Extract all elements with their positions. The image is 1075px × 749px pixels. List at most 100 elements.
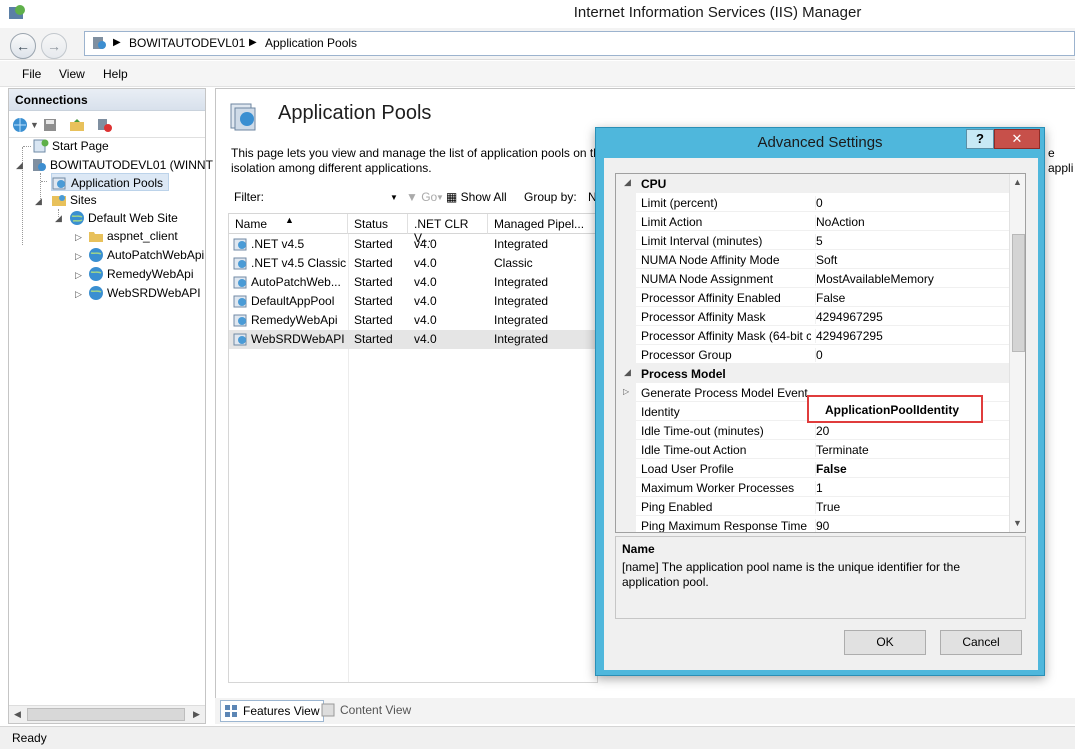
column-header-clr-version[interactable]: .NET CLR V...	[408, 214, 488, 245]
property-value[interactable]: Soft	[815, 253, 837, 267]
property-row[interactable]: Limit (percent) 0	[616, 193, 1009, 212]
dropdown-arrow-icon[interactable]: ▼	[30, 120, 39, 130]
close-button[interactable]: ✕	[994, 129, 1040, 149]
expand-icon[interactable]: ▷	[75, 232, 82, 243]
collapse-icon[interactable]: ◢	[55, 213, 62, 224]
property-row[interactable]: NUMA Node Assignment MostAvailableMemory	[616, 269, 1009, 288]
property-row[interactable]: Processor Affinity Enabled False	[616, 288, 1009, 307]
show-all-button[interactable]: ▦ Show All	[446, 190, 507, 204]
category-process-model[interactable]: ◢ Process Model	[616, 364, 1009, 383]
property-value[interactable]: False	[815, 291, 845, 305]
property-row[interactable]: Processor Group 0	[616, 345, 1009, 364]
identity-value-highlight[interactable]: ApplicationPoolIdentity	[807, 395, 983, 423]
expand-icon[interactable]: ▷	[75, 270, 82, 281]
forward-button[interactable]: →	[41, 33, 67, 59]
scroll-down-icon[interactable]: ▼	[1013, 518, 1022, 528]
back-arrow-icon: ←	[16, 38, 30, 54]
connections-horizontal-scrollbar[interactable]: ◀ ▶	[9, 705, 205, 723]
tree-label: Application Pools	[71, 176, 164, 190]
breadcrumb-app-pools[interactable]: Application Pools	[265, 36, 357, 50]
page-description: This page lets you view and manage the l…	[231, 146, 600, 176]
go-dropdown-arrow-icon[interactable]: ▼	[436, 193, 444, 202]
scroll-thumb[interactable]	[27, 708, 185, 721]
property-value[interactable]: 90	[815, 519, 829, 532]
server-icon	[93, 37, 106, 49]
scroll-left-icon[interactable]: ◀	[14, 709, 21, 720]
address-bar[interactable]: ▶ BOWITAUTODEVL01 ▶ Application Pools	[84, 31, 1075, 56]
expand-icon[interactable]: ▷	[75, 251, 82, 262]
category-cpu[interactable]: ◢ CPU	[616, 174, 1009, 193]
property-value[interactable]: MostAvailableMemory	[815, 272, 934, 286]
column-label: Name	[235, 217, 268, 231]
tree-label: WebSRDWebAPI	[107, 286, 201, 300]
help-button[interactable]: ?	[966, 129, 994, 149]
property-row[interactable]: Processor Affinity Mask 4294967295	[616, 307, 1009, 326]
property-row[interactable]: NUMA Node Affinity Mode Soft	[616, 250, 1009, 269]
property-value[interactable]: 4294967295	[815, 329, 883, 343]
property-value[interactable]: False	[815, 462, 847, 476]
status-bar: Ready	[0, 726, 1075, 749]
cell-name: WebSRDWebAPI	[251, 332, 345, 346]
property-value[interactable]: True	[815, 500, 840, 514]
go-button[interactable]: ▼ Go	[406, 190, 437, 204]
menu-help[interactable]: Help	[103, 67, 128, 81]
property-value[interactable]: 5	[815, 234, 823, 248]
scroll-thumb[interactable]	[1012, 234, 1025, 352]
tab-features-view[interactable]: Features View	[220, 700, 325, 722]
property-row[interactable]: Limit Interval (minutes) 5	[616, 231, 1009, 250]
connect-globe-icon[interactable]	[12, 117, 28, 133]
property-grid-scrollbar[interactable]: ▲ ▼	[1009, 174, 1025, 532]
up-folder-icon[interactable]	[69, 117, 85, 133]
menu-view[interactable]: View	[59, 67, 85, 81]
breadcrumb-server[interactable]: BOWITAUTODEVL01	[129, 36, 245, 50]
column-header-pipeline[interactable]: Managed Pipel...	[488, 214, 598, 234]
save-icon[interactable]	[42, 117, 58, 133]
property-value[interactable]: Terminate	[815, 443, 869, 457]
scroll-right-icon[interactable]: ▶	[193, 709, 200, 720]
tree-item-application-pools[interactable]: Application Pools	[51, 173, 169, 191]
disconnect-icon[interactable]	[97, 117, 113, 133]
property-value[interactable]: 0	[815, 348, 823, 362]
table-row-selected[interactable]: WebSRDWebAPI Started v4.0 Integrated	[229, 330, 599, 349]
property-value[interactable]: 4294967295	[815, 310, 883, 324]
tab-label: Features View	[243, 704, 320, 718]
property-row[interactable]: Idle Time-out Action Terminate	[616, 440, 1009, 459]
expand-icon[interactable]: ▷	[623, 387, 629, 396]
property-value[interactable]: 1	[815, 481, 823, 495]
table-row[interactable]: RemedyWebApi Started v4.0 Integrated	[229, 311, 599, 330]
column-header-name[interactable]: Name ▲	[229, 214, 348, 234]
filter-dropdown-arrow-icon[interactable]: ▼	[390, 193, 398, 202]
title-bar: Internet Information Services (IIS) Mana…	[0, 0, 1075, 28]
filter-input[interactable]	[268, 186, 386, 206]
property-row[interactable]: Limit Action NoAction	[616, 212, 1009, 231]
property-row[interactable]: Ping Enabled True	[616, 497, 1009, 516]
collapse-icon[interactable]: ◢	[624, 367, 631, 378]
features-view-icon	[225, 705, 237, 717]
property-row[interactable]: Processor Affinity Mask (64-bit c 4294967…	[616, 326, 1009, 345]
scroll-up-icon[interactable]: ▲	[1013, 177, 1022, 187]
property-row[interactable]: Ping Maximum Response Time (90	[616, 516, 1009, 532]
table-row[interactable]: AutoPatchWeb... Started v4.0 Integrated	[229, 273, 599, 292]
ok-button[interactable]: OK	[844, 630, 926, 655]
tab-content-view[interactable]: Content View	[318, 700, 415, 722]
collapse-icon[interactable]: ◢	[624, 177, 631, 188]
menu-file[interactable]: File	[22, 67, 41, 81]
property-row[interactable]: Idle Time-out (minutes) 20	[616, 421, 1009, 440]
cell-clr: v4.0	[414, 313, 437, 327]
collapse-icon[interactable]: ◢	[35, 196, 42, 207]
cancel-button[interactable]: Cancel	[940, 630, 1022, 655]
table-row[interactable]: DefaultAppPool Started v4.0 Integrated	[229, 292, 599, 311]
property-value[interactable]: NoAction	[815, 215, 865, 229]
cell-clr: v4.0	[414, 237, 437, 251]
property-name: Limit (percent)	[641, 196, 718, 210]
table-row[interactable]: .NET v4.5 Started v4.0 Integrated	[229, 235, 599, 254]
property-value[interactable]: 20	[815, 424, 829, 438]
back-button[interactable]: ←	[10, 33, 36, 59]
property-row[interactable]: Maximum Worker Processes 1	[616, 478, 1009, 497]
expand-icon[interactable]: ▷	[75, 289, 82, 300]
table-row[interactable]: .NET v4.5 Classic Started v4.0 Classic	[229, 254, 599, 273]
property-row[interactable]: Load User Profile False	[616, 459, 1009, 478]
column-header-status[interactable]: Status	[348, 214, 408, 234]
property-value[interactable]: 0	[815, 196, 823, 210]
collapse-icon[interactable]: ◢	[16, 160, 23, 171]
